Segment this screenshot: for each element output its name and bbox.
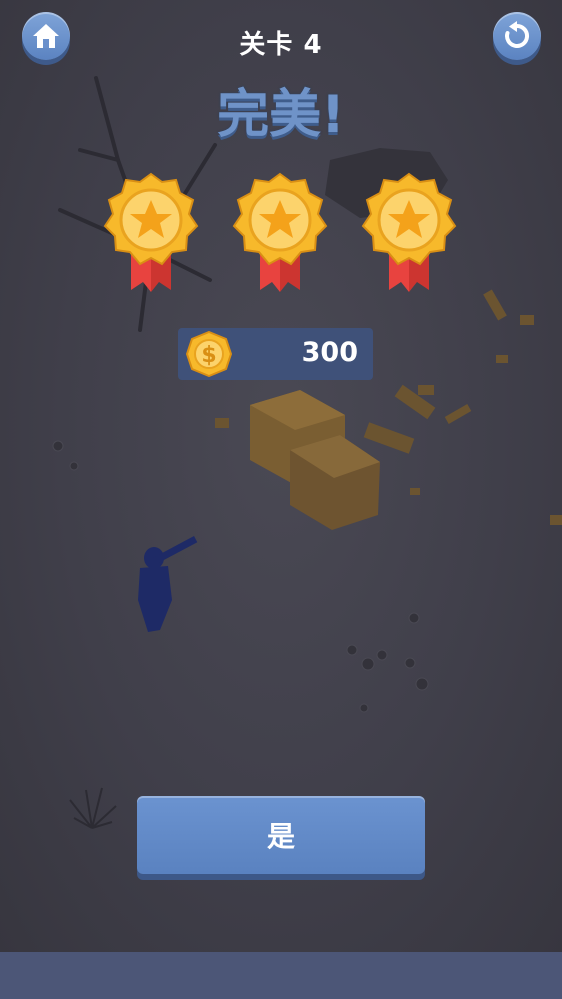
star-medal-1 xyxy=(101,172,201,302)
dollar-coin-icon: $ xyxy=(186,331,232,377)
star-medal-3 xyxy=(359,172,459,302)
svg-text:$: $ xyxy=(201,343,216,368)
star-medal-icon xyxy=(103,172,199,292)
star-medal-2 xyxy=(230,172,330,302)
level-title: 关卡 4 xyxy=(239,30,323,60)
coin-reward-panel: $ 300 xyxy=(178,328,373,380)
coin-amount: 300 xyxy=(301,337,358,368)
confirm-button[interactable]: 是 xyxy=(137,796,425,874)
restart-icon xyxy=(505,21,530,48)
restart-button[interactable] xyxy=(493,12,541,60)
dry-bush xyxy=(69,787,117,829)
wooden-crates xyxy=(250,390,380,530)
result-title: 完美! xyxy=(217,85,345,145)
star-medal-icon xyxy=(232,172,328,292)
home-button[interactable] xyxy=(22,12,70,60)
home-icon xyxy=(33,24,59,48)
bottom-bar xyxy=(0,952,562,999)
soldier-figure xyxy=(138,536,198,632)
star-medal-icon xyxy=(361,172,457,292)
